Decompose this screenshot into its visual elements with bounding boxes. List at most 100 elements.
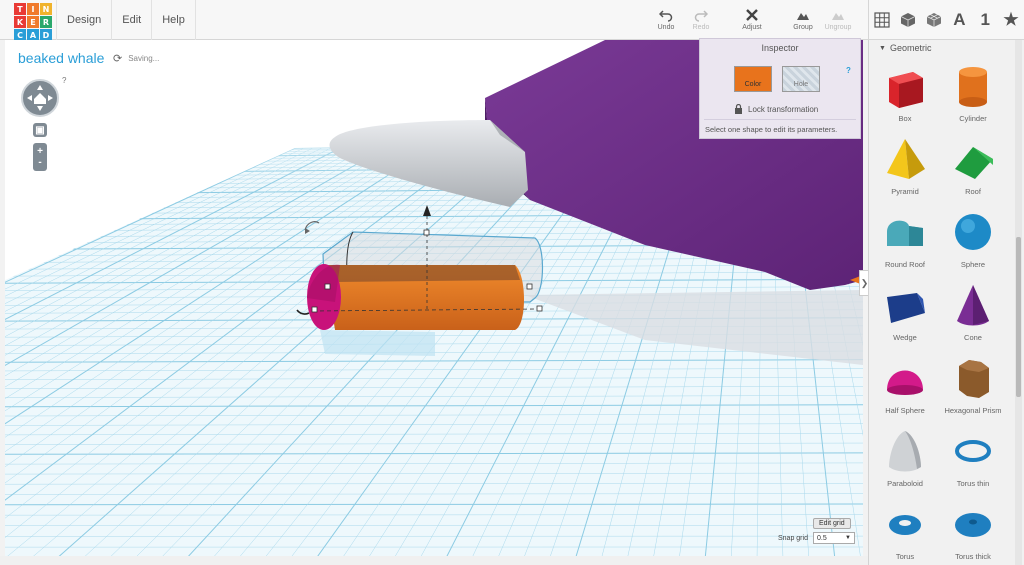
main-menu: Design Edit Help: [56, 0, 196, 40]
redo-label: Redo: [692, 24, 710, 31]
pyramid-icon: [887, 139, 925, 179]
ungroup-button[interactable]: Ungroup: [818, 8, 858, 31]
hole-label: Hole: [793, 81, 809, 88]
logo-letter: I: [27, 3, 39, 15]
zoom-in-icon[interactable]: +: [37, 146, 43, 157]
shape-label: Torus thin: [956, 479, 990, 488]
logo-letter: T: [14, 3, 26, 15]
menu-edit[interactable]: Edit: [111, 0, 151, 40]
shape-label: Round Roof: [884, 260, 926, 269]
shape-tile-wedge[interactable]: Wedge: [873, 279, 937, 342]
shape-label: Cone: [964, 333, 982, 342]
handle-top[interactable]: [423, 229, 430, 236]
shape-tile-round-roof[interactable]: Round Roof: [873, 206, 937, 269]
collapse-triangle-icon: ▼: [879, 44, 886, 52]
shape-tile-roof[interactable]: Roof: [941, 133, 1005, 196]
roof-icon: [955, 147, 993, 179]
logo-letter: K: [14, 16, 26, 28]
text-shape-button[interactable]: A: [946, 0, 972, 40]
shape-label: Cylinder: [959, 114, 987, 123]
handle-front[interactable]: [311, 306, 318, 313]
shape-tile-hexagonal-prism[interactable]: Hexagonal Prism: [941, 352, 1005, 415]
nav-help-icon[interactable]: ?: [62, 76, 66, 85]
inspector-hint: Select one shape to edit its parameters.: [705, 125, 838, 134]
undo-button[interactable]: Undo: [646, 8, 686, 31]
hole-swatch-button[interactable]: Hole: [782, 66, 820, 92]
fit-view-icon[interactable]: ▣: [33, 123, 47, 137]
home-view-icon[interactable]: [23, 81, 57, 115]
color-swatch-button[interactable]: Color: [734, 66, 772, 92]
shape-tile-torus-thick[interactable]: Torus thick: [941, 498, 1005, 561]
shapes-panel: ▼ Geometric Box Cylinder Pyramid Roof Round …: [868, 40, 1024, 565]
shape-tile-torus-thin[interactable]: Torus thin: [941, 425, 1005, 488]
handle-left[interactable]: [324, 283, 331, 290]
view-cube-navigator[interactable]: [21, 79, 59, 117]
sync-icon: ⟳: [113, 53, 123, 65]
panel-scroll-thumb[interactable]: [1016, 237, 1021, 397]
adjust-button[interactable]: Adjust: [732, 8, 772, 31]
shape-label: Hexagonal Prism: [944, 406, 1002, 415]
inspector-help-icon[interactable]: ?: [846, 66, 851, 75]
shape-tile-torus[interactable]: Torus: [873, 498, 937, 561]
adjust-label: Adjust: [742, 24, 762, 31]
snap-grid-select[interactable]: 0.5 ▼: [813, 532, 855, 544]
lock-transformation-toggle[interactable]: Lock transformation: [734, 104, 818, 114]
shape-tile-box[interactable]: Box: [873, 60, 937, 123]
handle-corner[interactable]: [536, 305, 543, 312]
handle-right[interactable]: [526, 283, 533, 290]
zoom-out-icon[interactable]: -: [38, 157, 41, 168]
paraboloid-icon: [889, 431, 921, 472]
saving-status: ⟳ Saving...: [113, 52, 159, 65]
round-roof-icon: [887, 220, 923, 246]
geometric-section-header[interactable]: ▼ Geometric: [879, 43, 931, 53]
group-icon: [797, 13, 809, 20]
shape-label: Paraboloid: [887, 479, 923, 488]
shape-label: Sphere: [960, 260, 986, 269]
number-shape-button[interactable]: 1: [972, 0, 998, 40]
tinkercad-app: TINKERCAD Design Edit Help Undo Redo Adj…: [0, 0, 1024, 565]
ungroup-icon: [832, 13, 844, 20]
lock-icon: [735, 104, 742, 114]
logo-letter: E: [27, 16, 39, 28]
star-shape-button[interactable]: ★: [998, 0, 1024, 40]
orange-cylinder-top: [325, 265, 520, 282]
group-button[interactable]: Group: [783, 8, 823, 31]
snap-grid-value: 0.5: [817, 534, 827, 542]
adjust-icon: [746, 9, 758, 21]
shape-tile-cylinder[interactable]: Cylinder: [941, 60, 1005, 123]
logo-letter: R: [40, 16, 52, 28]
snap-grid-label: Snap grid: [778, 535, 808, 542]
inspector-panel: Inspector Color Hole ? Lock transformati…: [699, 38, 861, 139]
tinkercad-logo[interactable]: TINKERCAD: [14, 3, 52, 41]
color-label: Color: [744, 81, 762, 88]
selection-shadow: [320, 330, 435, 356]
shape-label: Pyramid: [891, 187, 919, 196]
shape-tile-paraboloid[interactable]: Paraboloid: [873, 425, 937, 488]
shape-label: Box: [898, 114, 912, 123]
chevron-down-icon: ▼: [845, 535, 851, 541]
shape-label: Torus thick: [955, 552, 991, 561]
inspector-title: Inspector: [761, 43, 799, 53]
box-icon: [889, 72, 923, 108]
shape-tile-pyramid[interactable]: Pyramid: [873, 133, 937, 196]
menu-design[interactable]: Design: [56, 0, 111, 40]
menu-help[interactable]: Help: [151, 0, 196, 40]
torus-icon: [889, 515, 921, 535]
shape-tile-sphere[interactable]: Sphere: [941, 206, 1005, 269]
edit-grid-button[interactable]: Edit grid: [813, 518, 851, 529]
shape-label: Torus: [895, 552, 915, 561]
shape-label: Half Sphere: [885, 406, 925, 415]
grid-view-icon[interactable]: [869, 0, 895, 40]
project-title[interactable]: beaked whale: [18, 50, 104, 66]
blocks-view-icon[interactable]: [921, 0, 947, 40]
redo-button[interactable]: Redo: [681, 8, 721, 31]
top-toolbar: TINKERCAD Design Edit Help Undo Redo Adj…: [0, 0, 1024, 41]
wedge-icon: [887, 293, 925, 323]
group-label: Group: [793, 24, 813, 31]
shape-tile-cone[interactable]: Cone: [941, 279, 1005, 342]
cube-view-icon[interactable]: [895, 0, 921, 40]
shape-label: Wedge: [893, 333, 917, 342]
shape-tile-half-sphere[interactable]: Half Sphere: [873, 352, 937, 415]
torus-thin-icon: [955, 440, 991, 462]
redo-icon: [694, 10, 708, 22]
